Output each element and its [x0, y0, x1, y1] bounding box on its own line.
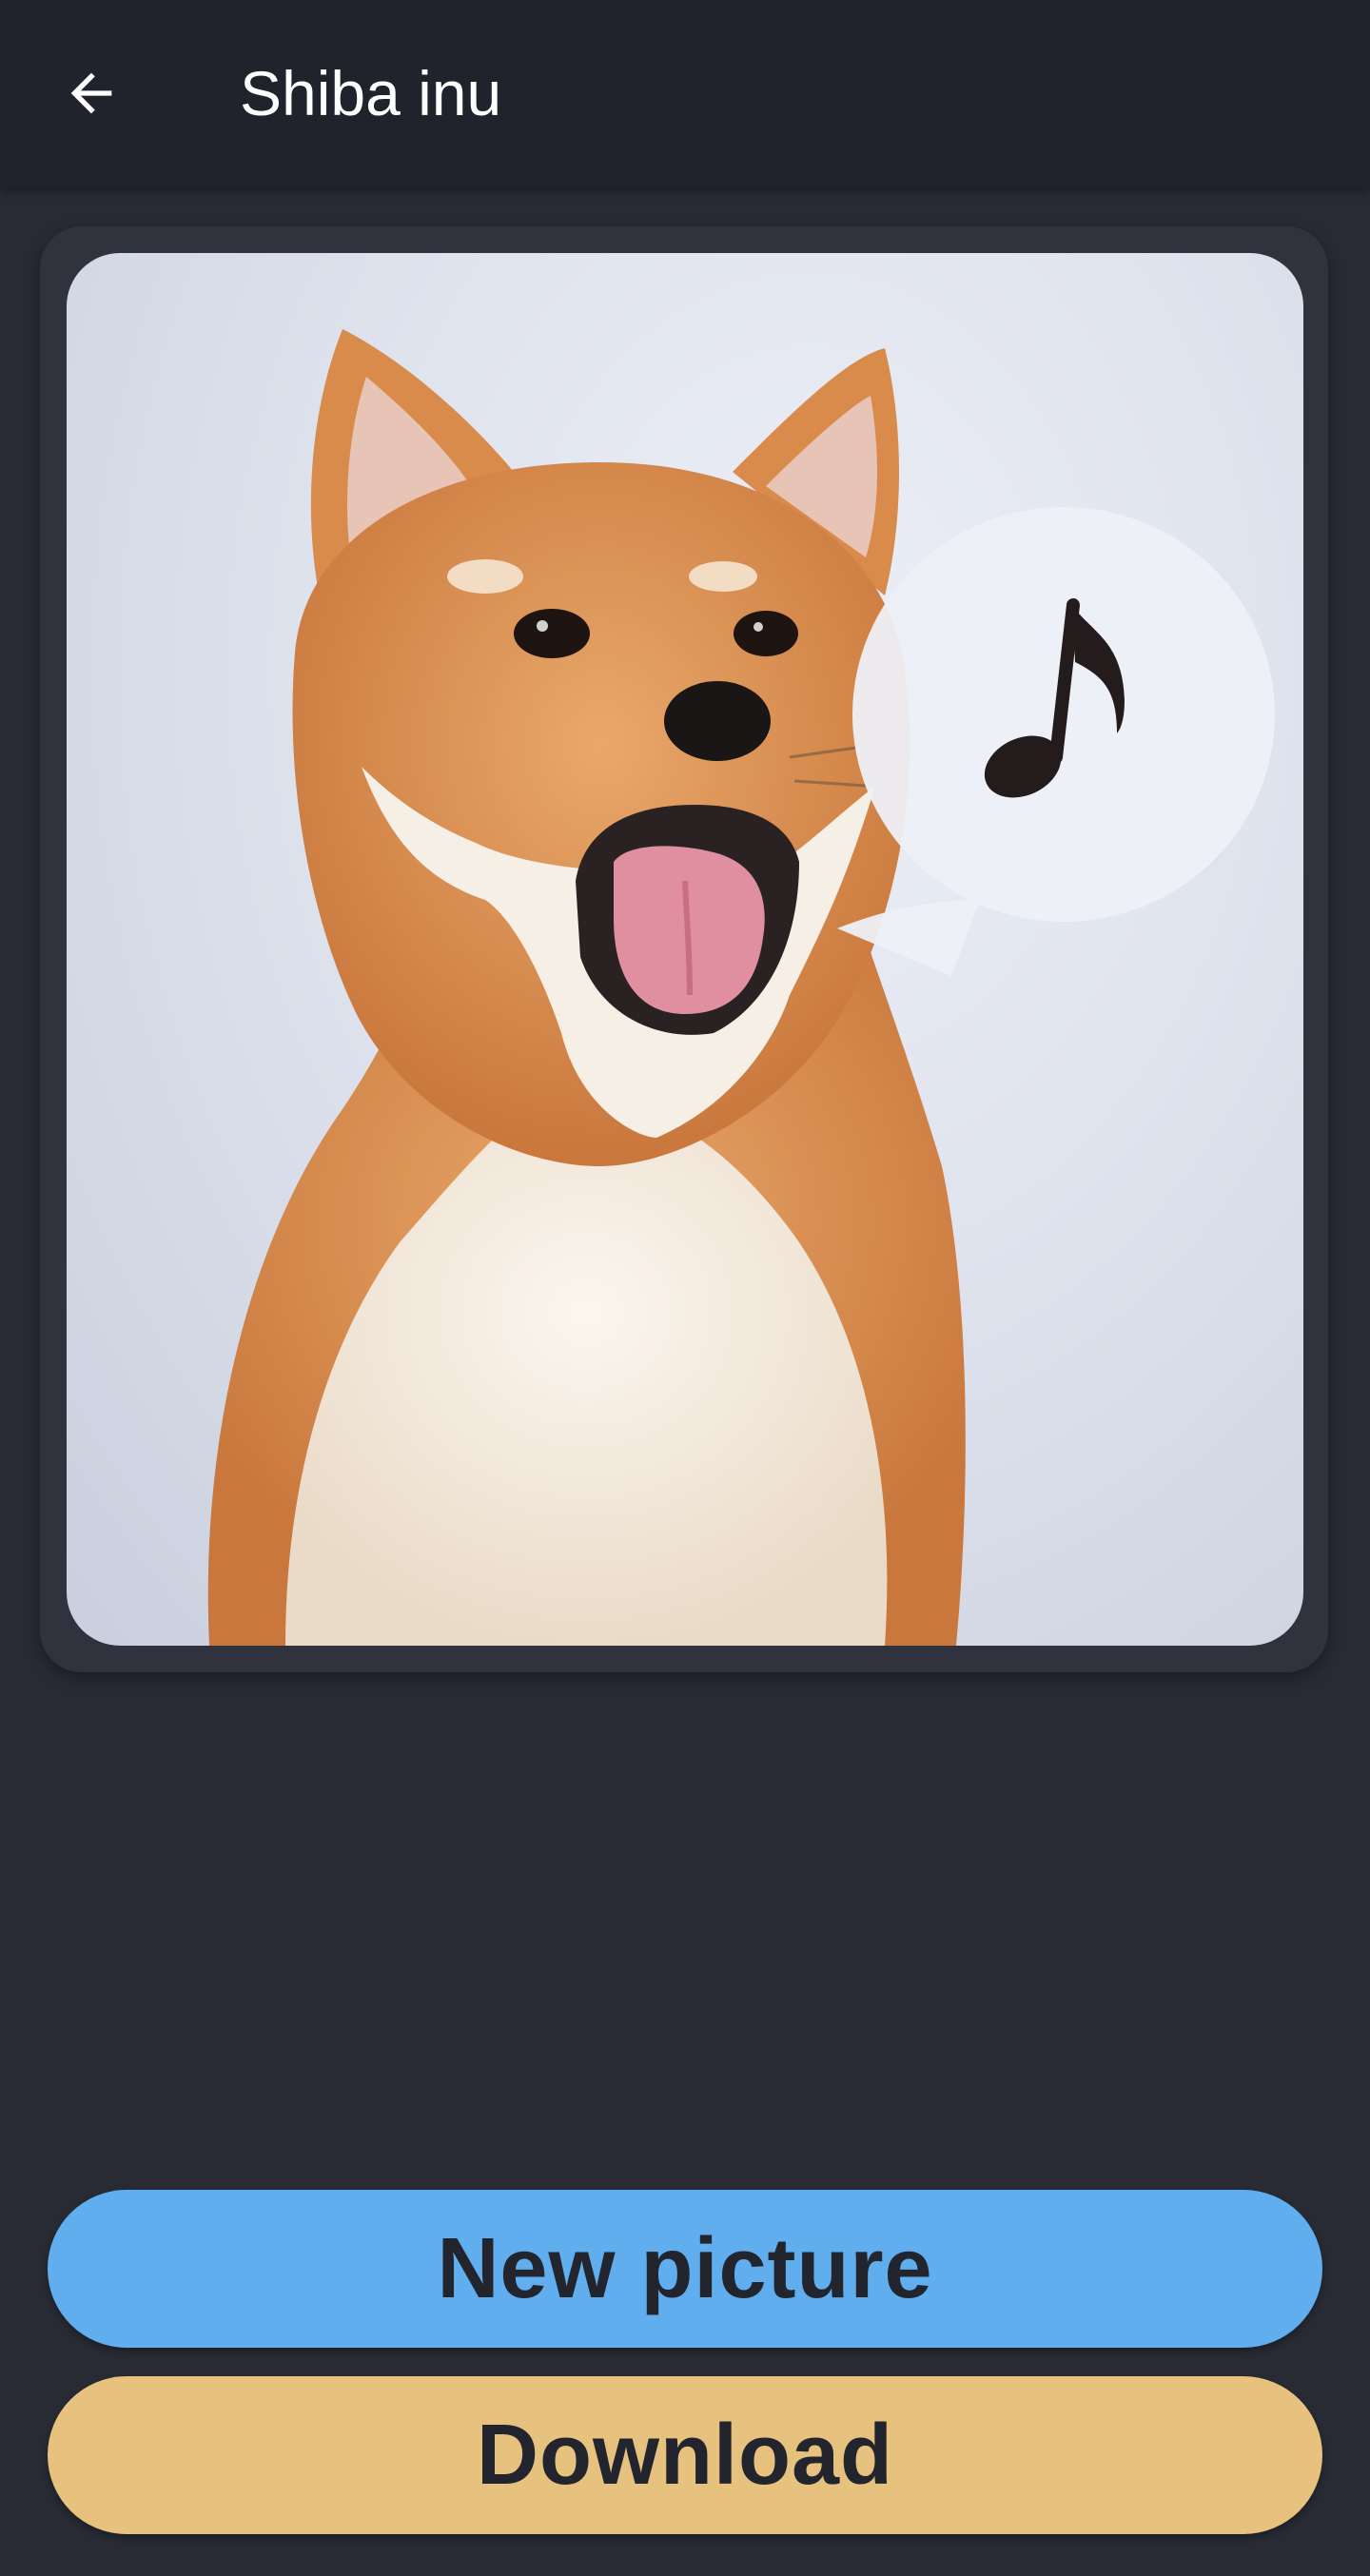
app-bar: Shiba inu	[0, 0, 1370, 187]
arrow-left-icon	[70, 72, 112, 114]
shiba-inu-illustration	[207, 329, 1275, 1646]
back-button[interactable]	[46, 48, 137, 139]
page-title: Shiba inu	[240, 58, 502, 128]
new-picture-button[interactable]: New picture	[48, 2190, 1322, 2348]
dog-photo	[67, 253, 1303, 1646]
image-card	[40, 226, 1328, 1672]
download-button[interactable]: Download	[48, 2376, 1322, 2534]
